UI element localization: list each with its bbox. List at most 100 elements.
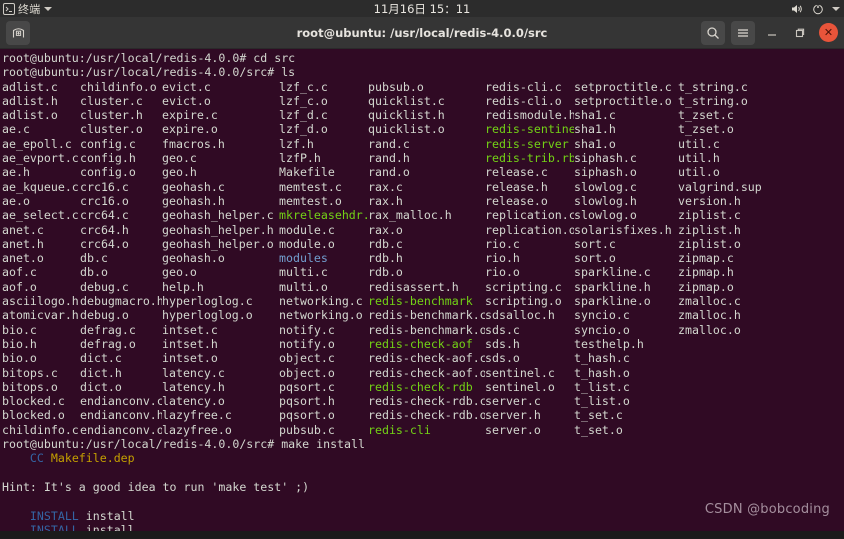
ls-entry: latency.o [162,394,279,408]
ls-row: ae_evport.cconfig.hgeo.clzfP.hrand.hredi… [2,151,844,165]
ls-entry: fmacros.h [162,137,279,151]
ls-entry: mkreleasehdr.sh [279,208,368,222]
ls-entry [678,380,778,394]
new-tab-icon[interactable] [6,21,30,45]
ls-entry: redis-benchmark [368,294,485,308]
ls-entry: redis-check-aof.c [368,351,485,365]
ls-entry: anet.c [2,223,80,237]
ls-entry: childinfo.c [2,423,80,437]
ls-entry: ziplist.c [678,208,778,222]
ls-entry: multi.c [279,265,368,279]
ls-entry: sds.o [485,351,574,365]
volume-icon[interactable] [791,3,804,15]
ls-entry: server.c [485,394,574,408]
ls-entry: t_list.o [574,394,678,408]
ls-entry: lazyfree.c [162,408,279,422]
power-icon[interactable] [812,3,824,15]
ls-entry: config.o [80,165,162,179]
ls-entry: rio.c [485,237,574,251]
ls-entry: pqsort.o [279,408,368,422]
ls-row: aof.odebug.chelp.hmulti.oredisassert.hsc… [2,280,844,294]
ls-entry: geohash_helper.c [162,208,279,222]
ls-entry: cluster.c [80,94,162,108]
blank-line-1 [2,466,844,480]
ls-entry: modules [279,251,368,265]
ls-entry: rax.c [368,180,485,194]
ls-entry: adlist.o [2,108,80,122]
ls-entry: syncio.o [574,323,678,337]
ls-entry: zipmap.c [678,251,778,265]
ls-entry: sparkline.h [574,280,678,294]
ls-entry: debug.c [80,280,162,294]
ls-entry: ae_epoll.c [2,137,80,151]
panel-clock[interactable]: 11月16日 15：11 [0,1,844,17]
ls-row: anet.hcrc64.ogeohash_helper.omodule.ordb… [2,237,844,251]
ls-entry: rio.h [485,251,574,265]
ls-row: aof.cdb.ogeo.omulti.crdb.orio.osparkline… [2,265,844,279]
ls-entry: sds.c [485,323,574,337]
ls-entry: lzf_d.o [279,122,368,136]
close-icon[interactable]: ✕ [819,23,838,42]
ls-entry: lzf_c.o [279,94,368,108]
chevron-down-icon[interactable] [44,7,52,11]
ls-entry: server.o [485,423,574,437]
ls-entry: redis-check-rdb.o [368,408,485,422]
ls-entry: rand.c [368,137,485,151]
ls-entry: rax_malloc.h [368,208,485,222]
ls-entry: lzf.h [279,137,368,151]
ls-entry: geohash_helper.o [162,237,279,251]
system-top-panel: 终端 11月16日 15：11 [0,0,844,17]
maximize-icon[interactable] [789,22,811,44]
ls-entry: rdb.o [368,265,485,279]
terminal-titlebar[interactable]: root@ubuntu: /usr/local/redis-4.0.0/src [0,17,844,49]
ls-entry: pubsub.c [279,423,368,437]
ls-entry: lzfP.h [279,151,368,165]
terminal-icon [3,3,15,15]
ls-entry: replication.c [485,208,574,222]
ls-entry: object.c [279,351,368,365]
ls-entry: intset.c [162,323,279,337]
ls-entry [678,394,778,408]
panel-chevron-down-icon[interactable] [832,7,840,11]
ls-entry: defrag.c [80,323,162,337]
ls-entry: aof.c [2,265,80,279]
ls-entry: crc64.h [80,223,162,237]
ls-row: bio.odict.cintset.oobject.credis-check-a… [2,351,844,365]
minimize-icon[interactable] [761,22,783,44]
search-icon[interactable] [701,21,725,45]
ls-entry: hyperloglog.o [162,308,279,322]
ls-entry: sds.h [485,337,574,351]
hamburger-menu-icon[interactable] [731,21,755,45]
ls-entry: debug.o [80,308,162,322]
ls-row: ae_select.ccrc64.cgeohash_helper.cmkrele… [2,208,844,222]
ls-entry: geo.h [162,165,279,179]
ls-entry: db.o [80,265,162,279]
ls-entry: config.h [80,151,162,165]
ls-entry: ae_select.c [2,208,80,222]
ls-entry: dict.c [80,351,162,365]
ls-entry: hyperloglog.c [162,294,279,308]
ls-row: bitops.cdict.hlatency.cobject.oredis-che… [2,366,844,380]
panel-status-area [791,3,840,15]
desktop-bottom-strip [0,531,844,538]
ls-entry: sort.o [574,251,678,265]
terminal-line-prompt-2: root@ubuntu:/usr/local/redis-4.0.0/src# … [2,65,844,79]
shell-command: make install [281,437,365,451]
terminal-line-prompt-1: root@ubuntu:/usr/local/redis-4.0.0# cd s… [2,51,844,65]
ls-entry: quicklist.o [368,122,485,136]
ls-entry: geohash.c [162,180,279,194]
ls-entry: rio.o [485,265,574,279]
ls-entry: pqsort.c [279,380,368,394]
ls-entry: geohash.o [162,251,279,265]
ls-entry: atomicvar.h [2,308,80,322]
panel-app-indicator[interactable]: 终端 [0,1,52,17]
ls-row: ae_kqueue.ccrc16.cgeohash.cmemtest.crax.… [2,180,844,194]
ls-entry: release.o [485,194,574,208]
ls-entry: dict.h [80,366,162,380]
ls-entry [678,351,778,365]
ls-entry: defrag.o [80,337,162,351]
ls-entry: crc64.o [80,237,162,251]
ls-entry: intset.o [162,351,279,365]
ls-entry: ziplist.h [678,223,778,237]
terminal-screen[interactable]: root@ubuntu:/usr/local/redis-4.0.0# cd s… [0,49,844,539]
